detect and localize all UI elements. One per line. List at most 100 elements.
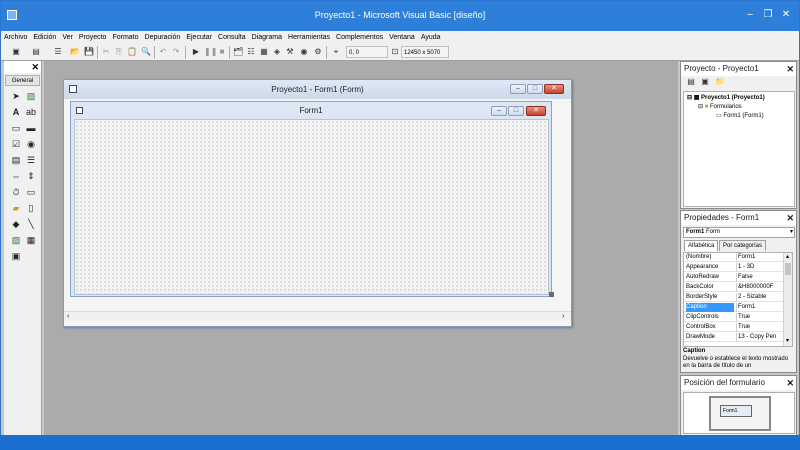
open-icon[interactable]: 📂 — [70, 47, 80, 57]
component-manager-icon[interactable]: ⚙ — [313, 47, 323, 57]
property-row[interactable]: BackColor &H8000000F — [684, 283, 784, 292]
form-preview[interactable]: Form1 — [720, 405, 752, 417]
redo-icon[interactable]: ↷ — [171, 47, 181, 57]
dirlistbox-icon[interactable]: ▰ — [10, 202, 22, 214]
form-layout-icon[interactable]: ▦ — [259, 47, 269, 57]
menu-item-8[interactable]: Diagrama — [249, 31, 285, 44]
object-selector[interactable]: Form1 Form ▾ — [683, 227, 795, 238]
image-icon[interactable]: ▨ — [10, 234, 22, 246]
view-code-icon[interactable]: ▤ — [686, 77, 696, 87]
undo-icon[interactable]: ↶ — [158, 47, 168, 57]
form-design-grid[interactable] — [74, 119, 549, 295]
view-object-icon[interactable]: ▣ — [700, 77, 710, 87]
add-form-icon[interactable]: ▤ — [31, 47, 41, 57]
menu-item-2[interactable]: Ver — [59, 31, 76, 44]
pause-icon[interactable]: ❚❚ — [204, 47, 217, 57]
menu-item-5[interactable]: Depuración — [142, 31, 184, 44]
listbox-icon[interactable]: ☰ — [25, 154, 37, 166]
object-browser-icon[interactable]: ◈ — [272, 47, 282, 57]
close-icon[interactable]: ✕ — [786, 377, 794, 389]
minimize-icon[interactable]: – — [510, 84, 526, 94]
scroll-left-icon[interactable]: ‹ — [67, 312, 69, 321]
close-icon[interactable]: ✕ — [786, 63, 794, 75]
optionbutton-icon[interactable]: ◉ — [25, 138, 37, 150]
label-icon[interactable]: A — [10, 106, 22, 118]
close-icon[interactable]: ✕ — [544, 84, 564, 94]
close-icon[interactable]: ✕ — [786, 212, 794, 224]
scroll-down-icon[interactable]: ▾ — [786, 337, 789, 344]
maximize-icon[interactable]: ❐ — [761, 9, 775, 21]
save-icon[interactable]: 💾 — [84, 47, 94, 57]
start-icon[interactable]: ▶ — [191, 47, 201, 57]
toggle-folders-icon[interactable]: 📁 — [715, 77, 725, 87]
tree-item-forms-folder[interactable]: ⊟ ■ Formularios — [698, 103, 742, 111]
menu-item-7[interactable]: Consulta — [215, 31, 249, 44]
properties-icon[interactable]: ☷ — [246, 47, 256, 57]
ole-icon[interactable]: ▣ — [10, 250, 22, 262]
property-value[interactable]: True — [736, 323, 784, 332]
maximize-icon[interactable]: □ — [527, 84, 543, 94]
toolbox-icon[interactable]: ⚒ — [285, 47, 295, 57]
drivelistbox-icon[interactable]: ▭ — [25, 186, 37, 198]
property-value[interactable]: 2 - Sizable — [736, 293, 784, 302]
scroll-right-icon[interactable]: › — [562, 312, 564, 321]
menu-item-1[interactable]: Edición — [30, 31, 59, 44]
vscrollbar-icon[interactable]: ⇕ — [25, 170, 37, 182]
property-value[interactable]: Form1 — [736, 303, 784, 312]
paste-icon[interactable]: 📋 — [127, 47, 137, 57]
property-value[interactable]: 13 - Copy Pen — [736, 333, 784, 342]
menu-item-11[interactable]: Ventana — [386, 31, 418, 44]
minimize-icon[interactable]: – — [743, 9, 757, 21]
resize-handle[interactable] — [549, 292, 554, 297]
form-object[interactable]: Form1 – □ ✕ — [70, 101, 554, 297]
find-icon[interactable]: 🔍 — [141, 47, 151, 57]
property-row[interactable]: Appearance 1 - 3D — [684, 263, 784, 272]
property-row[interactable]: (Nombre) Form1 — [684, 253, 784, 262]
cut-icon[interactable]: ✂ — [101, 47, 111, 57]
chevron-down-icon[interactable]: ▾ — [790, 228, 793, 237]
toolbox-tab-general[interactable]: General — [5, 75, 40, 86]
menu-item-4[interactable]: Formato — [109, 31, 141, 44]
menu-item-0[interactable]: Archivo — [1, 31, 30, 44]
menu-item-6[interactable]: Ejecutar — [183, 31, 215, 44]
checkbox-icon[interactable]: ☑ — [10, 138, 22, 150]
property-row[interactable]: BorderStyle 2 - Sizable — [684, 293, 784, 302]
scroll-thumb[interactable] — [785, 263, 791, 275]
property-value[interactable]: &H8000000F — [736, 283, 784, 292]
filelistbox-icon[interactable]: ▯ — [25, 202, 37, 214]
scroll-up-icon[interactable]: ▴ — [786, 253, 789, 260]
copy-icon[interactable]: ⎘ — [114, 47, 124, 57]
add-project-icon[interactable]: ▣ — [11, 47, 21, 57]
line-icon[interactable]: ╲ — [25, 218, 37, 230]
project-explorer-icon[interactable]: 🗂 — [233, 47, 243, 57]
commandbutton-icon[interactable]: ▬ — [25, 122, 37, 134]
horizontal-scrollbar[interactable]: ‹ › — [64, 311, 571, 321]
property-row[interactable]: ControlBox True — [684, 323, 784, 332]
stop-icon[interactable]: ■ — [217, 47, 227, 57]
combobox-icon[interactable]: ▤ — [10, 154, 22, 166]
menu-item-10[interactable]: Complementos — [333, 31, 386, 44]
menu-item-12[interactable]: Ayuda — [418, 31, 444, 44]
close-icon[interactable]: ✕ — [31, 61, 39, 73]
property-value[interactable]: False — [736, 273, 784, 282]
timer-icon[interactable]: ⏱ — [10, 186, 22, 198]
property-value[interactable]: True — [736, 313, 784, 322]
tab-alphabetic[interactable]: Alfabética — [684, 240, 719, 251]
property-row[interactable]: Caption Form1 — [684, 303, 784, 312]
tree-item-project[interactable]: ⊟ ▦ Proyecto1 (Proyecto1) — [687, 94, 765, 102]
pointer-icon[interactable]: ➤ — [10, 90, 22, 102]
textbox-icon[interactable]: ab — [25, 106, 37, 118]
property-row[interactable]: ClipControls True — [684, 313, 784, 322]
hscrollbar-icon[interactable]: ⇔ — [10, 170, 22, 182]
menu-item-9[interactable]: Herramientas — [285, 31, 333, 44]
property-row[interactable]: DrawMode 13 - Copy Pen — [684, 333, 784, 342]
close-icon[interactable]: ✕ — [779, 9, 793, 21]
tab-categorized[interactable]: Por categorías — [719, 240, 767, 251]
properties-scrollbar[interactable]: ▴ ▾ — [783, 253, 792, 346]
menu-item-3[interactable]: Proyecto — [76, 31, 110, 44]
property-value[interactable]: Form1 — [736, 253, 784, 262]
frame-icon[interactable]: ▭ — [10, 122, 22, 134]
data-view-icon[interactable]: ◉ — [299, 47, 309, 57]
shape-icon[interactable]: ◆ — [10, 218, 22, 230]
menu-editor-icon[interactable]: ☰ — [53, 47, 63, 57]
